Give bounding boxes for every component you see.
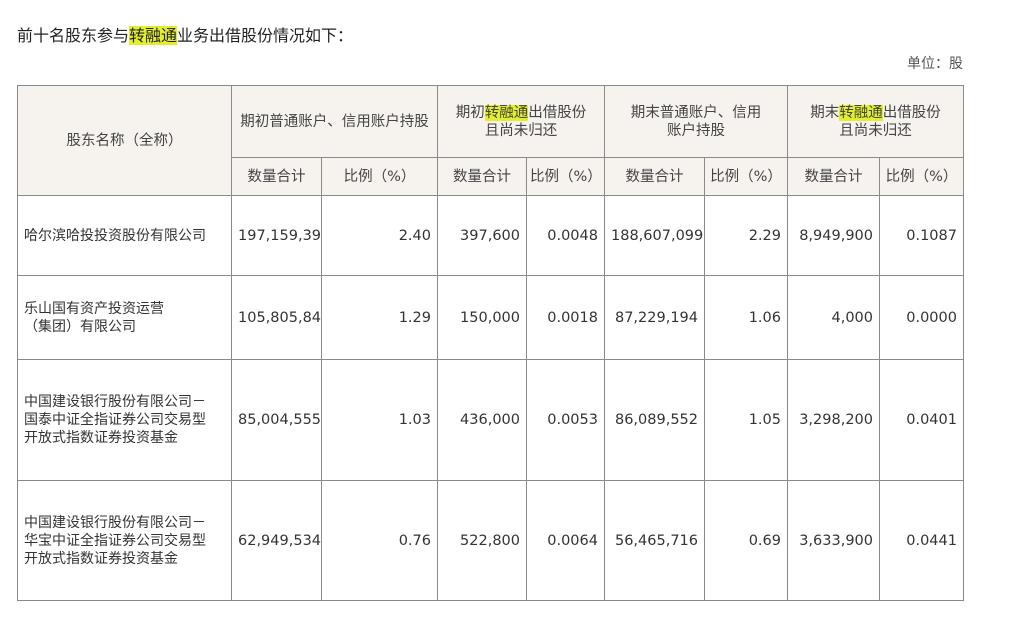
shareholder-name-line: 乐山国有资产投资运营 bbox=[24, 300, 164, 317]
quantity-cell: 105,805,845 bbox=[231, 275, 322, 360]
quantity-cell: 86,089,552 bbox=[604, 359, 705, 481]
quantity-cell: 3,633,900 bbox=[787, 480, 880, 601]
group-header-4: 期末转融通出借股份 且尚未归还 bbox=[787, 85, 964, 158]
sub-header-pct: 比例（%） bbox=[879, 157, 964, 196]
group-4-text-post: 出借股份 bbox=[882, 104, 941, 121]
group-header-1: 期初普通账户、信用账户持股 bbox=[231, 85, 438, 158]
table-row: 中国建设银行股份有限公司－ 国泰中证全指证券公司交易型 开放式指数证券投资基金 85,… bbox=[17, 359, 964, 481]
percent-cell: 1.29 bbox=[321, 275, 438, 360]
group-2-text-line2: 且尚未归还 bbox=[484, 122, 558, 139]
shareholder-name-line: 开放式指数证券投资基金 bbox=[24, 550, 178, 567]
table-body: 哈尔滨哈投投资股份有限公司 197,159,399 2.40 397,600 0.004… bbox=[17, 195, 964, 601]
shareholder-name-cell: 中国建设银行股份有限公司－ 国泰中证全指证券公司交易型 开放式指数证券投资基金 bbox=[17, 359, 232, 481]
percent-cell: 0.0048 bbox=[526, 195, 605, 276]
group-2-text-post: 出借股份 bbox=[528, 104, 587, 121]
shareholder-name-cell: 中国建设银行股份有限公司－ 华宝中证全指证券公司交易型 开放式指数证券投资基金 bbox=[17, 480, 232, 601]
percent-cell: 0.1087 bbox=[879, 195, 964, 276]
percent-cell: 2.40 bbox=[321, 195, 438, 276]
shareholder-name-line: 哈尔滨哈投投资股份有限公司 bbox=[24, 227, 206, 244]
group-2-highlight: 转融通 bbox=[484, 104, 529, 121]
group-4-text-line2: 且尚未归还 bbox=[839, 122, 912, 139]
quantity-cell: 397,600 bbox=[437, 195, 527, 276]
group-1-text: 期初普通账户、信用账户持股 bbox=[240, 113, 429, 130]
sub-header-qty: 数量合计 bbox=[231, 157, 322, 196]
table-row: 哈尔滨哈投投资股份有限公司 197,159,399 2.40 397,600 0.004… bbox=[17, 195, 964, 276]
quantity-cell: 56,465,716 bbox=[604, 480, 705, 601]
group-3-text: 期末普通账户、信用 bbox=[630, 104, 762, 121]
quantity-cell: 85,004,555 bbox=[231, 359, 322, 481]
shareholder-name-cell: 哈尔滨哈投投资股份有限公司 bbox=[17, 195, 232, 276]
quantity-cell: 436,000 bbox=[437, 359, 527, 481]
quantity-cell: 522,800 bbox=[437, 480, 527, 601]
quantity-cell: 4,000 bbox=[787, 275, 880, 360]
percent-cell: 0.0064 bbox=[526, 480, 605, 601]
group-2-text-pre: 期初 bbox=[455, 104, 485, 121]
percent-cell: 1.05 bbox=[704, 359, 788, 481]
shareholder-name-line: 华宝中证全指证券公司交易型 bbox=[24, 532, 206, 549]
percent-cell: 0.0000 bbox=[879, 275, 964, 360]
percent-cell: 0.69 bbox=[704, 480, 788, 601]
percent-cell: 0.0441 bbox=[879, 480, 964, 601]
group-4-text-pre: 期末 bbox=[810, 104, 840, 121]
percent-cell: 1.03 bbox=[321, 359, 438, 481]
percent-cell: 0.0053 bbox=[526, 359, 605, 481]
shareholder-name-header: 股东名称（全称） bbox=[17, 85, 232, 196]
shareholder-name-line: 开放式指数证券投资基金 bbox=[24, 430, 178, 446]
sub-header-qty: 数量合计 bbox=[787, 157, 880, 196]
quantity-cell: 3,298,200 bbox=[787, 359, 880, 481]
quantity-cell: 8,949,900 bbox=[787, 195, 880, 276]
intro-sentence: 前十名股东参与转融通业务出借股份情况如下： bbox=[17, 22, 353, 46]
sub-header-pct: 比例（%） bbox=[321, 157, 438, 196]
table-row: 乐山国有资产投资运营 （集团）有限公司 105,805,845 1.29 150,000… bbox=[17, 275, 964, 360]
percent-cell: 0.0401 bbox=[879, 359, 964, 481]
shareholder-name-line: （集团）有限公司 bbox=[24, 318, 136, 335]
quantity-cell: 62,949,534 bbox=[231, 480, 322, 601]
table-row: 中国建设银行股份有限公司－ 华宝中证全指证券公司交易型 开放式指数证券投资基金 62,… bbox=[17, 480, 964, 601]
intro-text-after: 业务出借股份情况如下： bbox=[177, 26, 354, 45]
intro-highlight: 转融通 bbox=[129, 26, 178, 45]
shareholder-name-line: 中国建设银行股份有限公司－ bbox=[24, 514, 206, 531]
quantity-cell: 87,229,194 bbox=[604, 275, 705, 360]
group-header-3: 期末普通账户、信用 账户持股 bbox=[604, 85, 788, 158]
quantity-cell: 197,159,399 bbox=[231, 195, 322, 276]
group-4-highlight: 转融通 bbox=[839, 104, 883, 121]
shareholder-name-line: 中国建设银行股份有限公司－ bbox=[24, 394, 206, 410]
header-row-groups: 股东名称（全称） 期初普通账户、信用账户持股 期初转融通出借股份 且尚未归还 期末… bbox=[17, 85, 964, 196]
shareholder-name-line: 国泰中证全指证券公司交易型 bbox=[24, 412, 206, 428]
sub-header-qty: 数量合计 bbox=[604, 157, 705, 196]
quantity-cell: 188,607,099 bbox=[604, 195, 705, 276]
percent-cell: 1.06 bbox=[704, 275, 788, 360]
sub-header-pct: 比例（%） bbox=[704, 157, 788, 196]
percent-cell: 2.29 bbox=[704, 195, 788, 276]
intro-text-before: 前十名股东参与 bbox=[17, 26, 130, 45]
group-header-2: 期初转融通出借股份 且尚未归还 bbox=[437, 85, 605, 158]
shareholder-name-cell: 乐山国有资产投资运营 （集团）有限公司 bbox=[17, 275, 232, 360]
percent-cell: 0.0018 bbox=[526, 275, 605, 360]
percent-cell: 0.76 bbox=[321, 480, 438, 601]
sub-header-qty: 数量合计 bbox=[437, 157, 527, 196]
quantity-cell: 150,000 bbox=[437, 275, 527, 360]
unit-label: 单位：股 bbox=[907, 56, 963, 72]
group-3-text-line2: 账户持股 bbox=[667, 122, 725, 139]
sub-header-pct: 比例（%） bbox=[526, 157, 605, 196]
shareholder-lending-table: 股东名称（全称） 期初普通账户、信用账户持股 期初转融通出借股份 且尚未归还 期末… bbox=[17, 85, 964, 601]
